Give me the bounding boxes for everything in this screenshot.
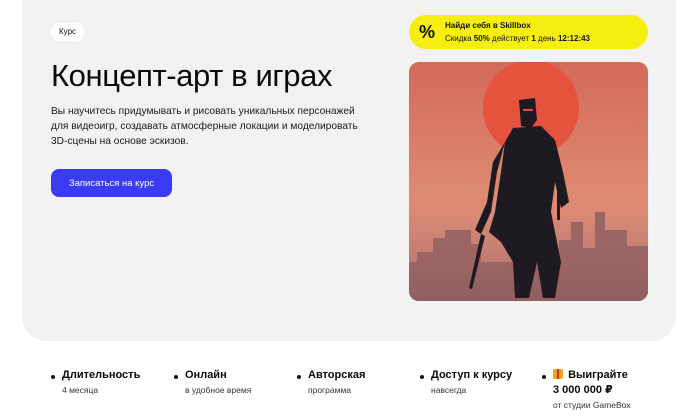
feature-title: Выиграйте (568, 369, 628, 381)
percent-icon: % (418, 22, 435, 42)
course-features: Длительность 4 месяца Онлайн в удобное в… (0, 360, 700, 417)
feature-subtitle: навсегда (431, 385, 467, 395)
days-value: 1 (531, 34, 536, 43)
gift-icon (553, 369, 563, 379)
course-description: Вы научитесь придумывать и рисовать уник… (51, 106, 358, 147)
dot-icon (542, 375, 546, 379)
enroll-button[interactable]: Записаться на курс (51, 169, 172, 197)
discount-prefix: Скидка (445, 34, 472, 43)
knight-illustration (409, 62, 648, 301)
feature-access: Доступ к курсу навсегда (420, 368, 513, 397)
feature-duration: Длительность 4 месяца (51, 368, 141, 397)
feature-title: Доступ к курсу (431, 369, 513, 381)
feature-title: Длительность (62, 369, 141, 381)
hero-illustration (409, 62, 648, 301)
discount-value: 50% (473, 34, 490, 43)
dot-icon (297, 375, 301, 379)
dot-icon (174, 375, 178, 379)
promo-discount: Скидка 50% действует 1 день 12:12:43 (445, 34, 590, 43)
feature-subtitle: от студии GameBox (553, 400, 631, 410)
feature-subtitle: 4 месяца (62, 385, 99, 395)
prize-amount: 3 000 000 ₽ (553, 384, 613, 396)
dot-icon (420, 375, 424, 379)
feature-subtitle: программа (308, 385, 352, 395)
course-badge: Курс (51, 23, 85, 41)
feature-author: Авторская программа (297, 368, 366, 397)
page-title: Концепт-арт в играх (51, 58, 333, 93)
feature-online: Онлайн в удобное время (174, 368, 252, 397)
feature-title: Авторская (308, 369, 366, 381)
discount-middle: действует (492, 34, 530, 43)
promo-title: Найди себя в Skillbox (445, 21, 531, 30)
dot-icon (51, 375, 55, 379)
days-word: день (538, 34, 556, 43)
feature-prize[interactable]: Выиграйте 3 000 000 ₽ от студии GameBox (542, 368, 631, 412)
feature-subtitle: в удобное время (185, 385, 252, 395)
feature-title: Онлайн (185, 369, 227, 381)
countdown-timer: 12:12:43 (557, 34, 591, 43)
promo-banner[interactable]: % Найди себя в Skillbox Скидка 50% дейст… (409, 15, 648, 49)
